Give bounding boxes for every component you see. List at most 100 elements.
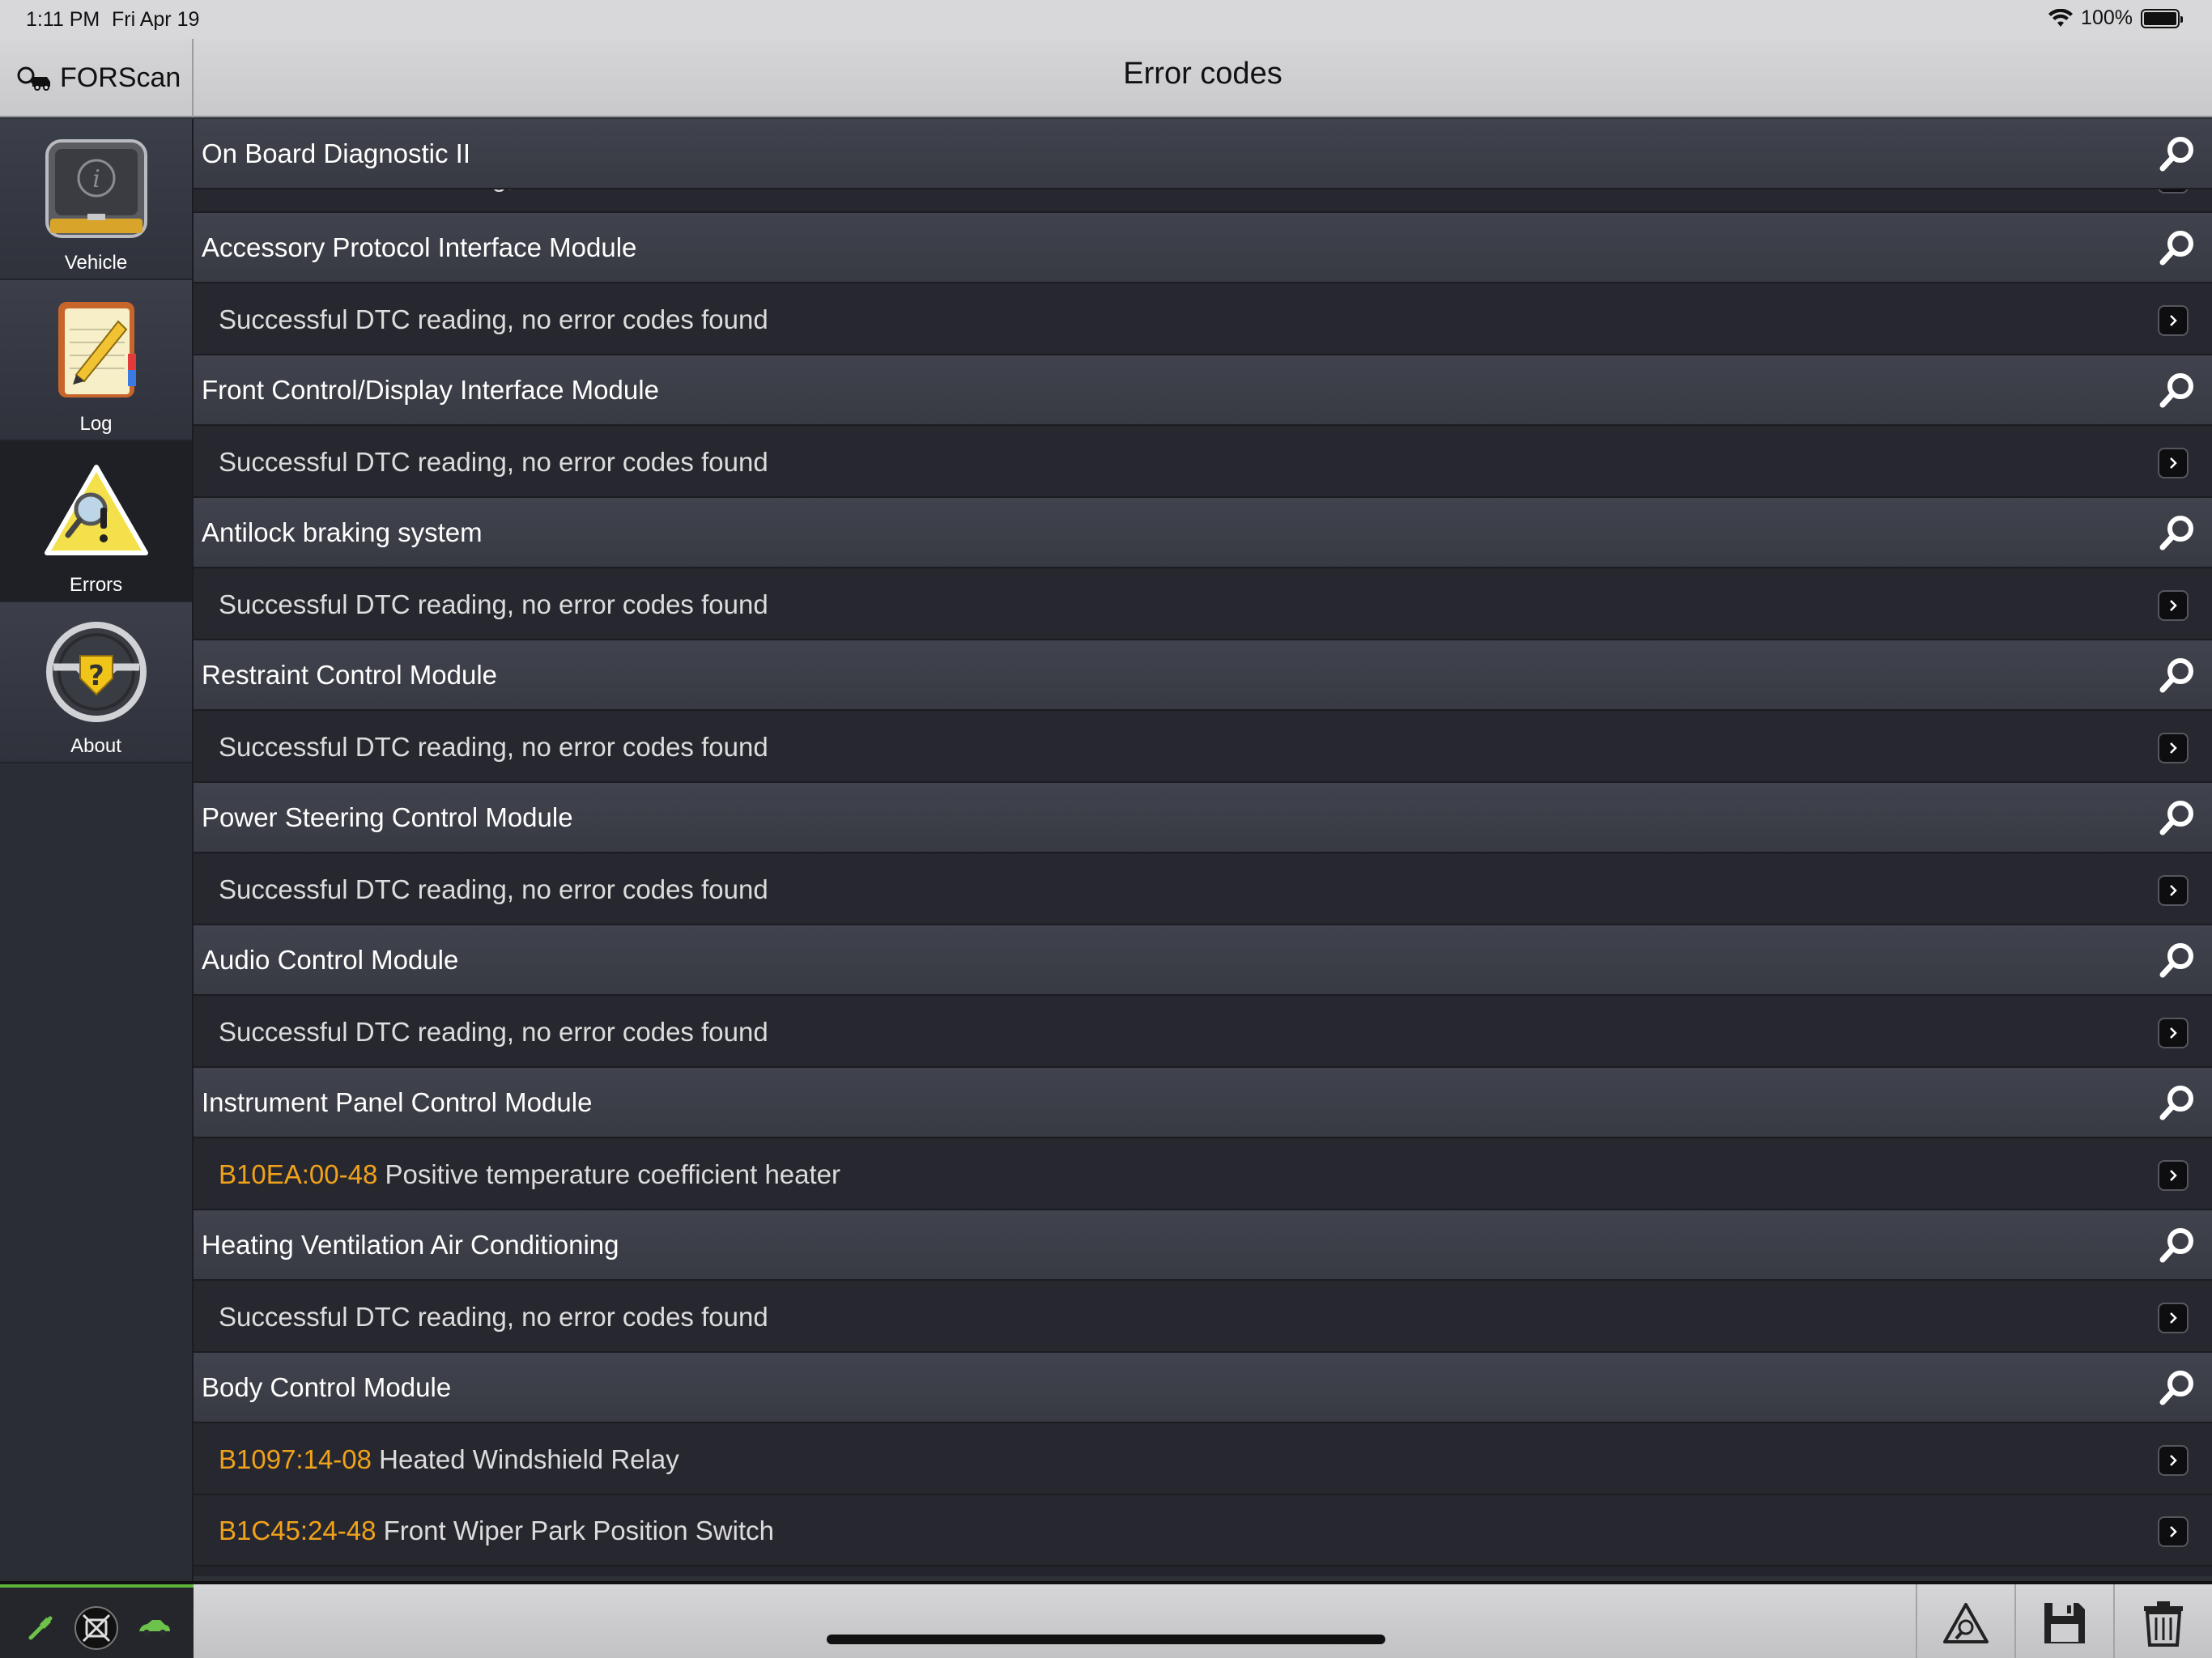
search-icon[interactable] [2159, 942, 2196, 979]
forscan-logo-icon [17, 66, 50, 91]
info-icon: i [43, 135, 150, 242]
sidebar-item-about[interactable]: ? About [0, 602, 192, 763]
module-name: Antilock braking system [202, 517, 483, 547]
module-header-row[interactable]: Heating Ventilation Air Conditioning [194, 1210, 2212, 1281]
sidebar-item-log[interactable]: Log [0, 280, 192, 441]
brand: FORScan [0, 39, 194, 117]
module-name: Body Control Module [202, 1372, 452, 1402]
module-header-row[interactable]: Restraint Control Module [194, 640, 2212, 711]
delete-button[interactable] [2113, 1584, 2212, 1658]
module-header-row[interactable]: Antilock braking system [194, 498, 2212, 568]
dtc-result-text: B1097:14-08 Heated Windshield Relay [219, 1444, 679, 1475]
car-icon[interactable] [131, 1605, 177, 1651]
module-header-row[interactable]: Power Steering Control Module [194, 783, 2212, 853]
svg-text:i: i [92, 165, 100, 193]
dtc-result-row[interactable]: B1C45:24-48 Front Wiper Park Position Sw… [194, 1495, 2212, 1567]
module-name: On Board Diagnostic II [202, 138, 470, 168]
dtc-result-text: Successful DTC reading, no error codes f… [219, 589, 768, 620]
dtc-description: Successful DTC reading, no error codes f… [219, 874, 768, 904]
chevron-right-icon[interactable] [2158, 875, 2189, 906]
search-icon[interactable] [2159, 1084, 2196, 1121]
sidebar-item-vehicle[interactable]: i Vehicle [0, 119, 192, 280]
module-header-row[interactable]: Front Control/Display Interface Module [194, 355, 2212, 426]
module-name: Front Control/Display Interface Module [202, 375, 659, 405]
save-button[interactable] [2014, 1584, 2113, 1658]
dtc-result-row[interactable]: Successful DTC reading, no error codes f… [194, 854, 2212, 925]
chevron-right-icon[interactable] [2158, 1516, 2189, 1547]
module-header-row[interactable]: On Board Diagnostic II [194, 119, 2212, 189]
chevron-right-icon[interactable] [2158, 305, 2189, 336]
search-icon[interactable] [2159, 799, 2196, 836]
dtc-description: Successful DTC reading, no error codes f… [219, 304, 768, 334]
plug-connected-icon[interactable] [18, 1605, 63, 1651]
clear-dtc-button[interactable] [1916, 1584, 2014, 1658]
dtc-result-row[interactable]: Successful DTC reading, no error codes f… [194, 569, 2212, 640]
save-icon [2044, 1602, 2085, 1643]
search-icon[interactable] [2159, 229, 2196, 266]
clear-dtc-icon [1943, 1602, 1989, 1643]
chevron-right-icon[interactable] [2158, 733, 2189, 763]
dtc-result-row[interactable]: Successful DTC reading, no error codes f… [194, 1282, 2212, 1353]
status-date: Fri Apr 19 [112, 8, 200, 31]
bottom-toolbar [0, 1581, 2212, 1658]
search-icon[interactable] [2159, 1369, 2196, 1406]
module-header-row[interactable]: Body Control Module [194, 1353, 2212, 1423]
chevron-right-icon[interactable] [2158, 1303, 2189, 1333]
search-icon[interactable] [2159, 514, 2196, 551]
battery-percent: 100% [2081, 6, 2133, 29]
dtc-result-row[interactable]: B10EA:00-48 Positive temperature coeffic… [194, 1139, 2212, 1210]
dtc-result-row[interactable]: Successful DTC reading, no error codes f… [194, 712, 2212, 783]
dtc-description: Successful DTC reading, no error codes f… [219, 447, 768, 477]
dtc-description: Heated Windshield Relay [372, 1444, 679, 1474]
sidebar-item-label: About [70, 735, 121, 757]
module-header-row[interactable]: Accessory Protocol Interface Module [194, 213, 2212, 283]
svg-text:?: ? [88, 660, 104, 692]
search-icon[interactable] [2159, 135, 2196, 172]
chevron-right-icon[interactable] [2158, 1445, 2189, 1476]
trash-icon [2144, 1601, 2183, 1647]
module-header-row[interactable]: Audio Control Module [194, 925, 2212, 996]
dtc-description: Front Wiper Park Position Switch [376, 1516, 774, 1545]
dtc-description: Successful DTC reading, no error codes f… [219, 1017, 768, 1047]
search-icon[interactable] [2159, 372, 2196, 409]
notepad-pencil-icon [43, 296, 150, 403]
steering-wheel-question-icon: ? [43, 619, 150, 725]
wifi-icon [2048, 8, 2074, 27]
dtc-description: Positive temperature coefficient heater [377, 1159, 841, 1189]
module-name: Power Steering Control Module [202, 802, 573, 832]
status-right: 100% [2048, 6, 2183, 30]
chevron-right-icon[interactable] [2158, 590, 2189, 621]
dtc-result-text: Successful DTC reading, no error codes f… [219, 1302, 768, 1333]
dtc-result-row[interactable]: Successful DTC reading, no error codes f… [194, 427, 2212, 498]
dtc-code: B1C45:24-48 [219, 1516, 376, 1545]
dtc-result-row[interactable]: Successful DTC reading, no error codes f… [194, 997, 2212, 1068]
error-code-list[interactable]: Successful DTC reading, no error codes f… [194, 119, 2212, 1576]
warning-magnifier-icon [43, 457, 150, 564]
dtc-result-text: Successful DTC reading, no error codes f… [219, 1017, 768, 1048]
sidebar: i Vehicle Log Errors ? About [0, 119, 194, 1582]
dtc-result-row[interactable]: B1097:14-08 Heated Windshield Relay [194, 1424, 2212, 1495]
dtc-code: B1097:14-08 [219, 1444, 372, 1474]
chevron-right-icon[interactable] [2158, 1160, 2189, 1191]
page-title: Error codes [1123, 57, 1283, 91]
status-bar: 1:11 PM Fri Apr 19 100% [0, 0, 2212, 39]
dtc-result-text: B10EA:00-48 Positive temperature coeffic… [219, 1159, 840, 1190]
battery-icon [2141, 8, 2183, 28]
dtc-result-text: Successful DTC reading, no error codes f… [219, 447, 768, 478]
search-icon[interactable] [2159, 657, 2196, 694]
dtc-description: Successful DTC reading, no error codes f… [219, 1302, 768, 1332]
search-icon[interactable] [2159, 1226, 2196, 1264]
dtc-code: B10EA:00-48 [219, 1159, 378, 1189]
dtc-description: Successful DTC reading, no error codes f… [219, 732, 768, 762]
sidebar-item-label: Log [79, 413, 113, 435]
module-name: Restraint Control Module [202, 660, 497, 690]
home-indicator[interactable] [827, 1635, 1385, 1644]
connection-status [0, 1584, 194, 1658]
chevron-right-icon[interactable] [2158, 1018, 2189, 1048]
adapter-disabled-icon[interactable] [74, 1605, 119, 1651]
chevron-right-icon[interactable] [2158, 448, 2189, 478]
module-header-row[interactable]: Instrument Panel Control Module [194, 1068, 2212, 1138]
sidebar-item-errors[interactable]: Errors [0, 441, 192, 602]
dtc-result-text: B1C45:24-48 Front Wiper Park Position Sw… [219, 1516, 774, 1546]
dtc-result-row[interactable]: Successful DTC reading, no error codes f… [194, 284, 2212, 355]
